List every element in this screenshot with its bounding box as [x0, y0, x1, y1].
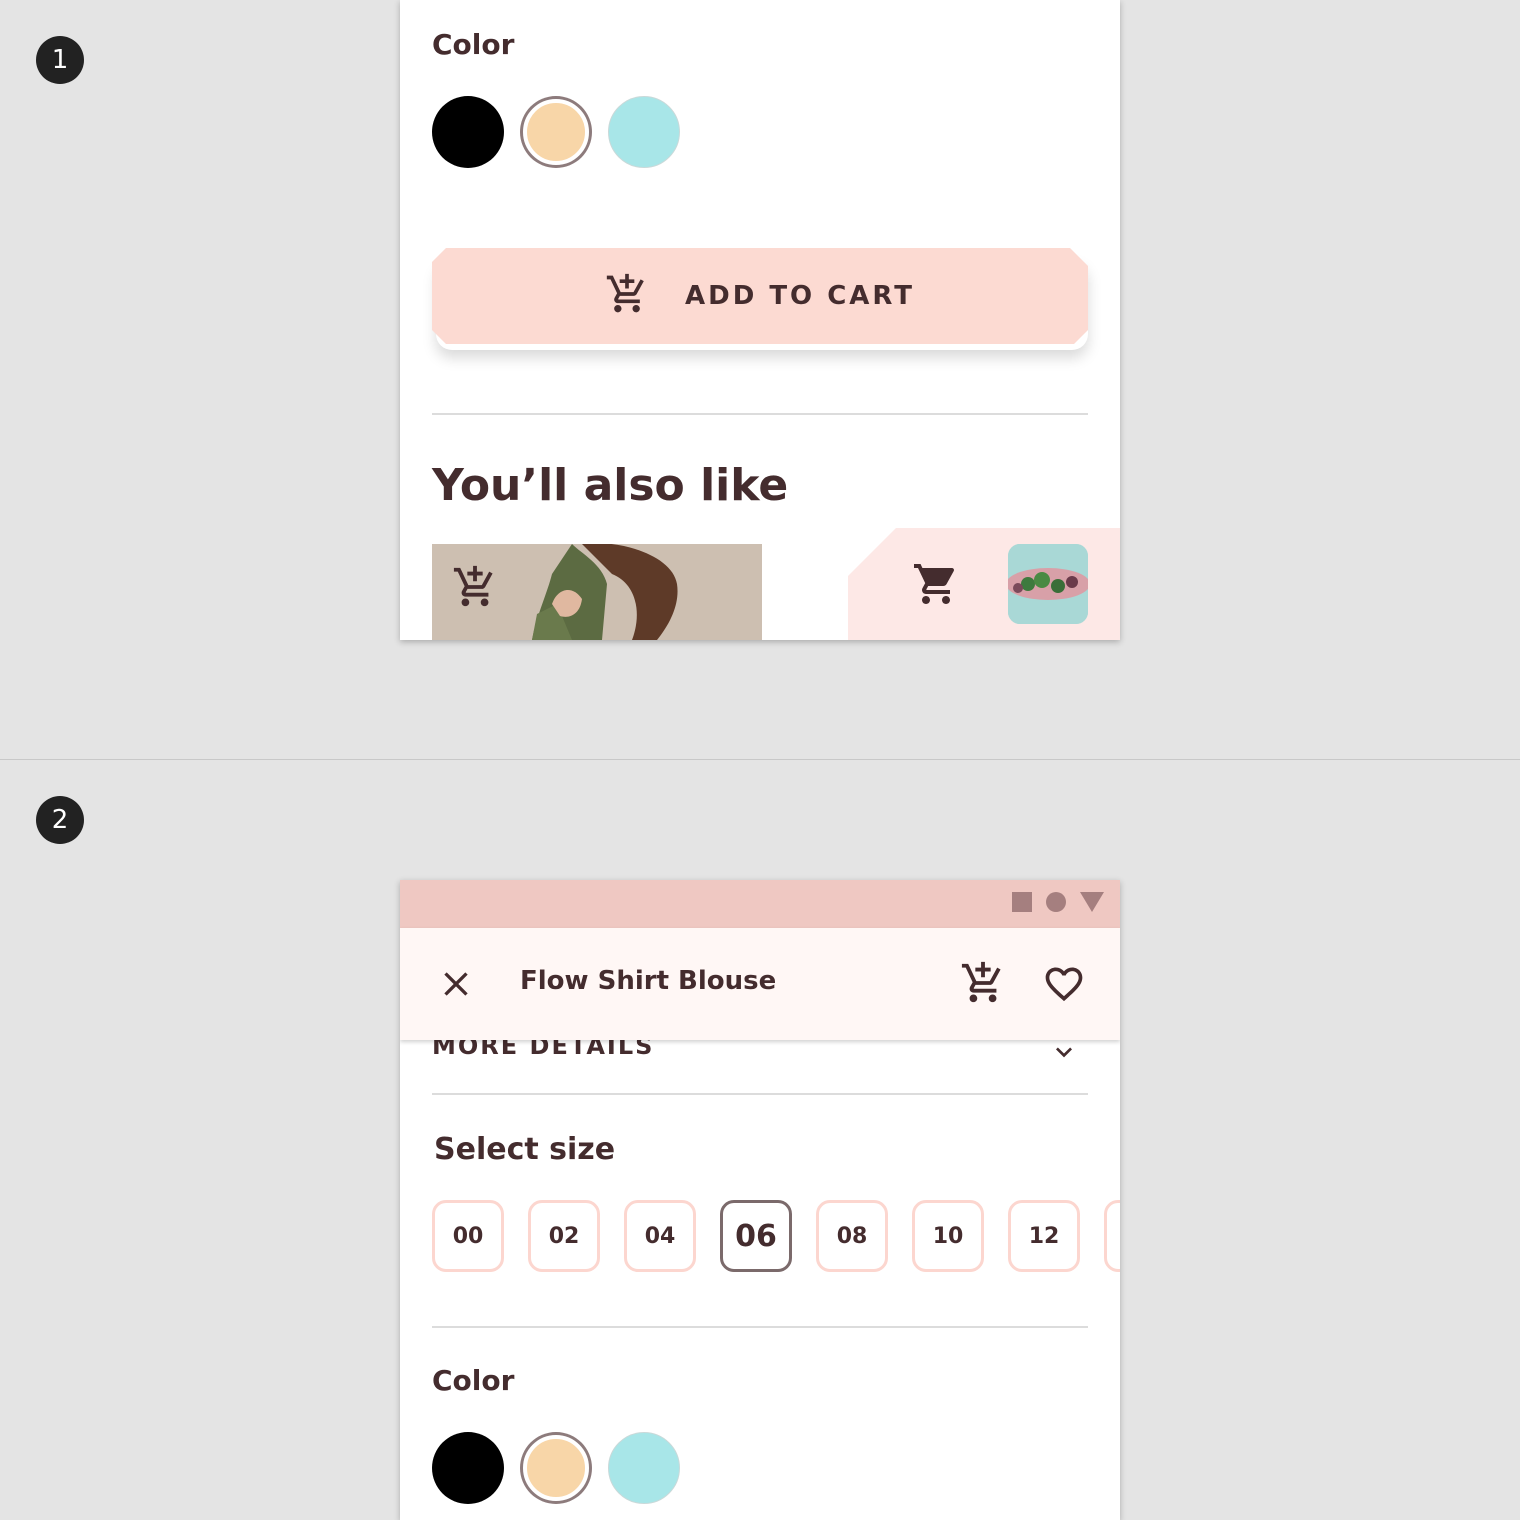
page-title: Flow Shirt Blouse — [520, 966, 777, 996]
size-chip-08[interactable]: 08 — [816, 1200, 888, 1272]
color-swatch-black[interactable] — [432, 96, 504, 168]
step-badge-2: 2 — [36, 796, 84, 844]
chevron-down-icon[interactable] — [1048, 1036, 1080, 1072]
color-label: Color — [432, 28, 515, 61]
color-label: Color — [432, 1364, 515, 1397]
size-chip-10[interactable]: 10 — [912, 1200, 984, 1272]
heart-outline-icon[interactable] — [1042, 962, 1086, 1010]
size-chip-12[interactable]: 12 — [1008, 1200, 1080, 1272]
size-chip-00[interactable]: 00 — [432, 1200, 504, 1272]
phone-screen-2: Flow Shirt Blouse MORE DETAILS Select si… — [400, 880, 1120, 1520]
divider — [432, 1093, 1088, 1095]
square-icon — [1012, 892, 1032, 916]
cart-item-thumbnail — [1008, 544, 1088, 624]
size-chip-partial[interactable] — [1104, 1200, 1120, 1272]
also-like-heading: You’ll also like — [432, 460, 789, 511]
select-size-label: Select size — [434, 1132, 616, 1167]
triangle-icon — [1080, 892, 1104, 916]
size-chip-06[interactable]: 06 — [720, 1200, 792, 1272]
phone-screen-1: Color ADD TO CART You’ll also like — [400, 0, 1120, 640]
add-shopping-cart-icon — [605, 272, 649, 320]
add-to-cart-label: ADD TO CART — [684, 281, 916, 311]
divider — [432, 1326, 1088, 1328]
section-divider — [0, 759, 1520, 760]
cart-tray[interactable] — [848, 528, 1120, 640]
status-bar — [400, 880, 1120, 928]
color-swatch-black[interactable] — [432, 1432, 504, 1504]
color-swatch-cyan[interactable] — [608, 1432, 680, 1504]
app-bar: Flow Shirt Blouse — [400, 928, 1120, 1040]
close-icon[interactable] — [436, 964, 476, 1004]
color-swatch-cyan[interactable] — [608, 96, 680, 168]
color-swatch-peach[interactable] — [523, 1435, 589, 1501]
shopping-cart-icon — [912, 560, 960, 612]
circle-icon — [1046, 892, 1066, 916]
add-shopping-cart-icon[interactable] — [452, 564, 498, 614]
add-to-cart-button[interactable]: ADD TO CART — [432, 248, 1088, 344]
step-badge-1: 1 — [36, 36, 84, 84]
size-chip-02[interactable]: 02 — [528, 1200, 600, 1272]
add-shopping-cart-icon[interactable] — [960, 960, 1006, 1010]
product-thumbnail[interactable] — [432, 544, 762, 640]
color-swatch-peach[interactable] — [523, 99, 589, 165]
succulent-image — [1008, 544, 1088, 624]
divider — [432, 413, 1088, 415]
size-chip-04[interactable]: 04 — [624, 1200, 696, 1272]
